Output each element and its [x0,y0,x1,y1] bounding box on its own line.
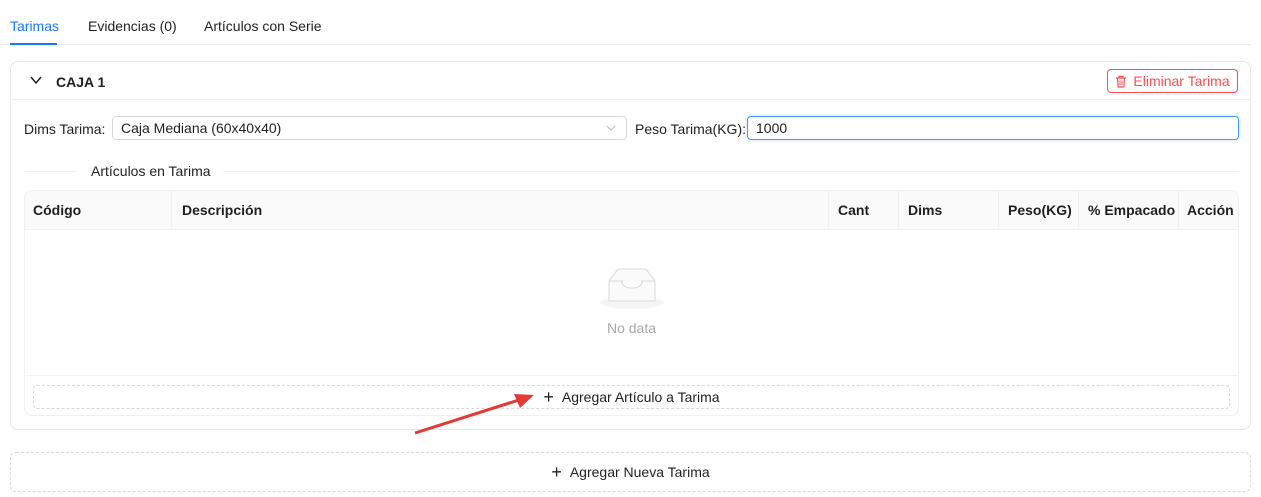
peso-tarima-input[interactable]: 1000 [747,116,1239,140]
tarima-title: CAJA 1 [56,74,106,90]
add-articulo-button[interactable]: + Agregar Artículo a Tarima [33,385,1230,409]
dims-tarima-value: Caja Mediana (60x40x40) [121,120,282,136]
dims-tarima-select[interactable]: Caja Mediana (60x40x40) [112,116,627,140]
column-header-codigo: Código [33,202,82,218]
plus-icon: + [543,387,554,407]
column-header-dims: Dims [908,202,943,218]
table-empty-state: No data [25,230,1238,376]
table-header: Código Descripción Cant Dims Peso(KG) % … [25,191,1238,230]
add-articulo-label: Agregar Artículo a Tarima [561,389,720,405]
peso-tarima-label: Peso Tarima(KG): [635,121,746,137]
add-tarima-button[interactable]: + Agregar Nueva Tarima [10,452,1251,492]
column-separator [898,191,899,230]
plus-icon: + [551,462,562,482]
column-header-empacado: % Empacado [1088,202,1176,218]
column-separator [828,191,829,230]
empty-text: No data [606,320,657,336]
delete-tarima-label: Eliminar Tarima [1133,73,1230,89]
column-separator [998,191,999,230]
tab-active-indicator [10,43,57,45]
column-header-peso: Peso(KG) [1008,202,1072,218]
trash-icon [1116,75,1127,88]
tab-bar: Tarimas Evidencias (0) Artículos con Ser… [0,0,1251,45]
column-header-accion: Acción [1187,202,1234,218]
peso-tarima-value: 1000 [756,120,788,136]
tab-tarimas[interactable]: Tarimas [10,18,59,34]
column-separator [1078,191,1079,230]
add-tarima-label: Agregar Nueva Tarima [569,464,710,480]
column-header-descripcion: Descripción [182,202,263,218]
column-separator [1178,191,1179,230]
tarima-card: CAJA 1 Eliminar Tarima Dims Tarima: Caja… [10,61,1251,430]
delete-tarima-button[interactable]: Eliminar Tarima [1107,69,1238,93]
divider-line [223,171,1239,172]
chevron-down-icon [606,125,616,131]
chevron-down-icon[interactable] [29,73,43,87]
tab-articulos-con-serie[interactable]: Artículos con Serie [204,18,322,34]
empty-inbox-icon [600,268,664,309]
articulos-table: Código Descripción Cant Dims Peso(KG) % … [24,190,1239,416]
section-title: Artículos en Tarima [91,163,211,179]
dims-tarima-label: Dims Tarima: [24,121,106,137]
column-separator [171,191,172,230]
divider-line [25,171,77,172]
tab-evidencias[interactable]: Evidencias (0) [88,18,177,34]
tarima-card-header[interactable]: CAJA 1 Eliminar Tarima [11,62,1250,100]
column-header-cant: Cant [838,202,870,218]
